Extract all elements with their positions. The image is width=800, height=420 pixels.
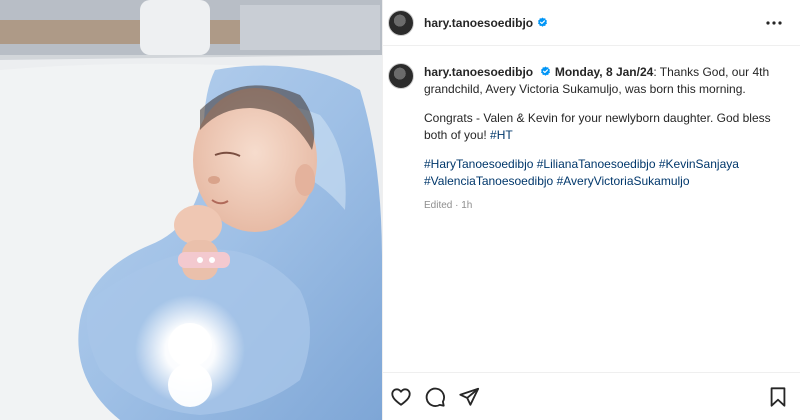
post-author-username[interactable]: hary.tanoesoedibjo [424, 16, 533, 30]
caption-date: Monday, 8 Jan/24 [554, 65, 654, 79]
heart-icon[interactable] [387, 383, 415, 411]
share-icon[interactable] [455, 383, 483, 411]
newborn-baby-photo [0, 0, 382, 420]
hashtag-link[interactable]: #HaryTanoesoedibjo [424, 157, 533, 171]
caption-username[interactable]: hary.tanoesoedibjo [424, 65, 533, 79]
bookmark-icon[interactable] [764, 383, 792, 411]
action-bar [383, 372, 800, 420]
caption-hashtags: #HaryTanoesoedibjo #LilianaTanoesoedibjo… [424, 156, 784, 189]
hashtag-link[interactable]: #LilianaTanoesoedibjo [537, 157, 656, 171]
caption-block: hary.tanoesoedibjo Monday, 8 Jan/24: Tha… [383, 46, 800, 215]
hashtag-link[interactable]: #ValenciaTanoesoedibjo [424, 174, 553, 188]
more-options-icon[interactable] [762, 11, 786, 35]
post-photo[interactable] [0, 0, 382, 420]
hashtag-link[interactable]: #KevinSanjaya [659, 157, 739, 171]
caption-paragraph-2: Congrats - Valen & Kevin for your newlyb… [424, 110, 784, 143]
caption-verified-badge-icon [540, 66, 551, 77]
avatar[interactable] [388, 9, 414, 36]
post-side-panel: hary.tanoesoedibjo hary.tanoesoedibjo Mo… [382, 0, 800, 420]
post-header: hary.tanoesoedibjo [383, 0, 800, 46]
comment-icon[interactable] [421, 383, 449, 411]
edited-timestamp: Edited · 1h [424, 200, 473, 211]
hashtag-ht[interactable]: #HT [490, 128, 513, 142]
caption-text: hary.tanoesoedibjo Monday, 8 Jan/24: Tha… [424, 64, 784, 215]
hashtag-link[interactable]: #AveryVictoriaSukamuljo [557, 174, 690, 188]
caption-paragraph-1: hary.tanoesoedibjo Monday, 8 Jan/24: Tha… [424, 64, 784, 97]
caption-avatar[interactable] [388, 63, 414, 89]
caption-line-2: Congrats - Valen & Kevin for your newlyb… [424, 111, 771, 142]
verified-badge-icon [537, 17, 548, 28]
